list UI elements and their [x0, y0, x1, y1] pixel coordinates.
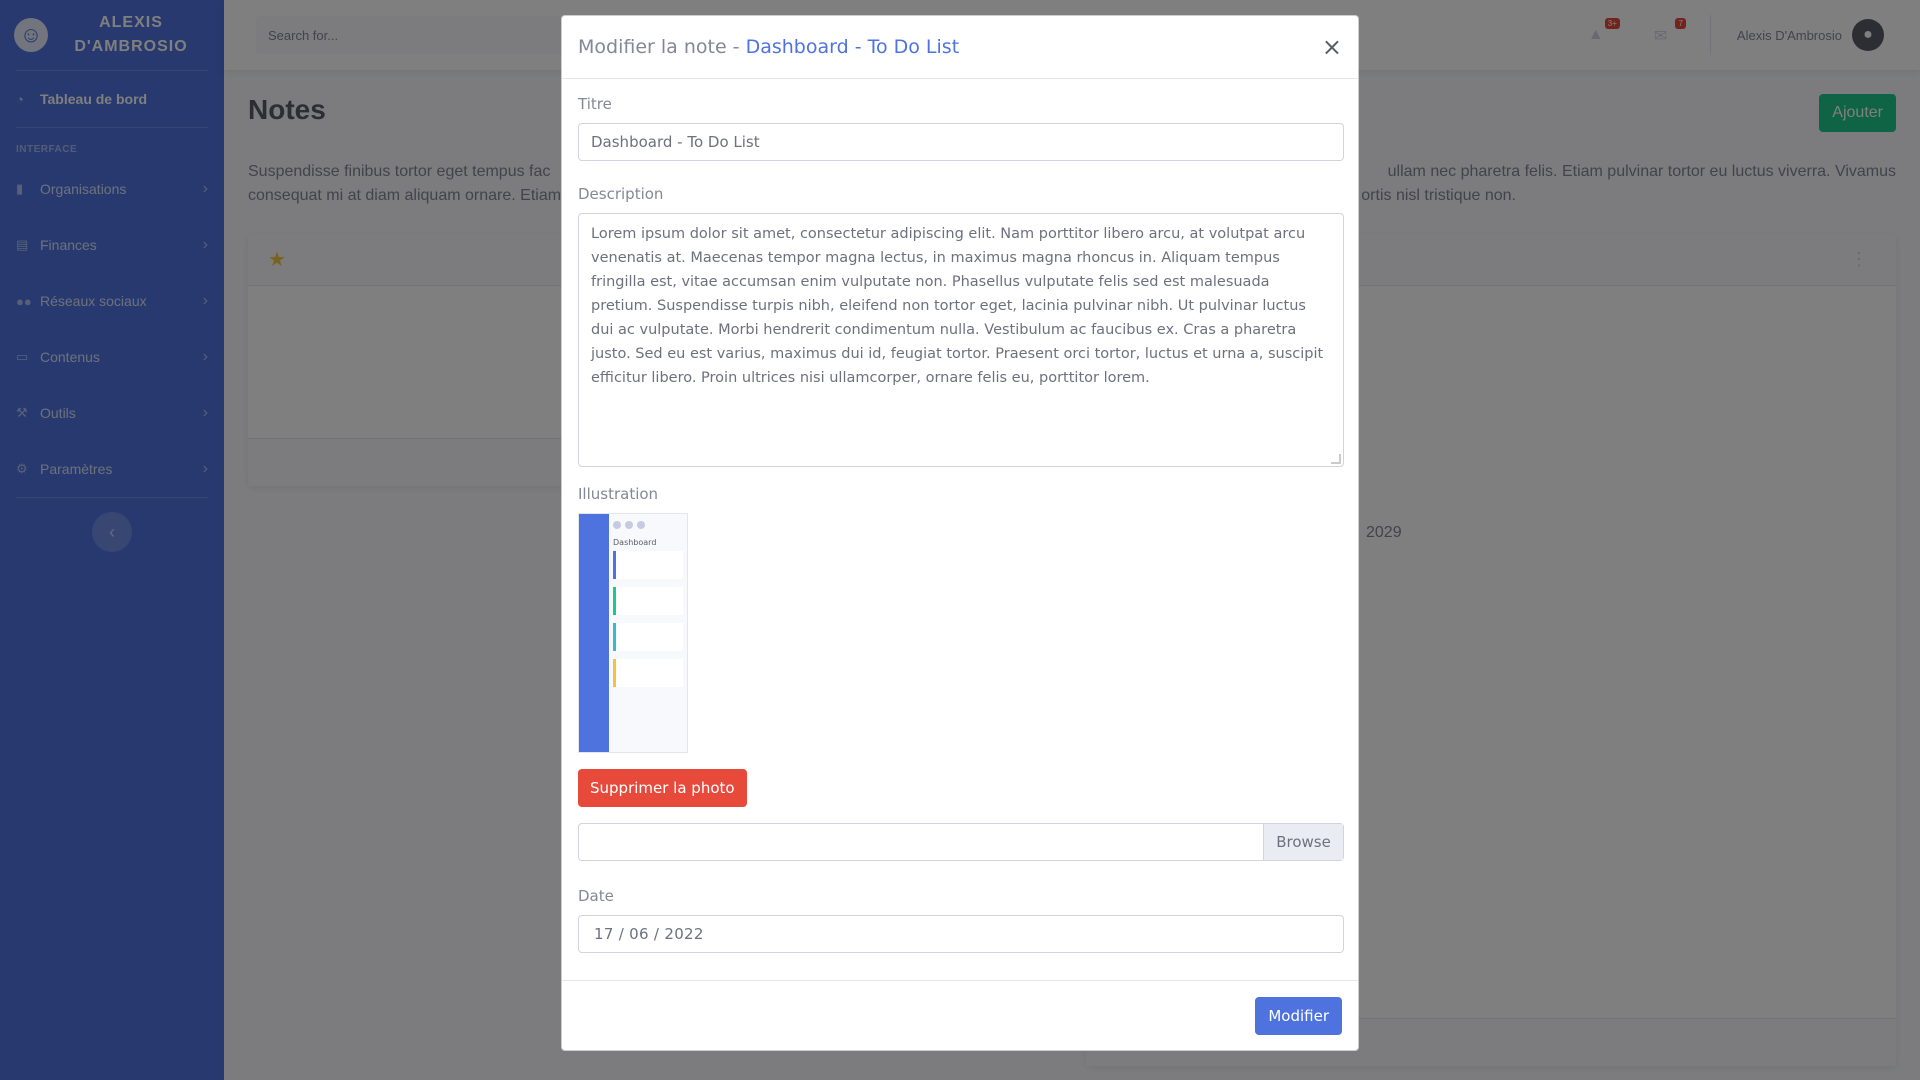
title-input[interactable]: Dashboard - To Do List	[578, 123, 1344, 161]
submit-button[interactable]: Modifier	[1255, 996, 1342, 1035]
illustration-thumbnail: Dashboard	[578, 513, 688, 753]
description-textarea[interactable]: Lorem ipsum dolor sit amet, consectetur …	[578, 213, 1344, 467]
thumbnail-dot	[613, 521, 621, 529]
thumbnail-card	[613, 587, 683, 615]
thumbnail-card	[613, 659, 683, 687]
thumbnail-topbar	[613, 518, 683, 532]
close-icon[interactable]: ×	[1322, 35, 1342, 59]
description-label: Description	[578, 185, 664, 203]
modal-title: Modifier la note - Dashboard - To Do Lis…	[578, 36, 959, 58]
file-input[interactable]: Browse	[578, 823, 1344, 861]
thumbnail-sidebar	[579, 514, 609, 752]
thumbnail-card	[613, 623, 683, 651]
date-input[interactable]: 17 / 06 / 2022	[578, 915, 1344, 953]
title-label: Titre	[578, 95, 612, 113]
file-input-field[interactable]	[579, 824, 1263, 860]
modal-footer: Modifier	[562, 980, 1358, 1050]
thumbnail-dot	[637, 521, 645, 529]
browse-button[interactable]: Browse	[1263, 824, 1343, 860]
thumbnail-card	[613, 551, 683, 579]
description-text: Lorem ipsum dolor sit amet, consectetur …	[591, 226, 1324, 386]
thumbnail-dot	[625, 521, 633, 529]
thumbnail-main: Dashboard	[609, 514, 687, 752]
thumbnail-title: Dashboard	[613, 538, 657, 547]
modal-header: Modifier la note - Dashboard - To Do Lis…	[562, 16, 1358, 79]
modal-title-highlight: Dashboard - To Do List	[745, 36, 960, 58]
edit-note-modal: Modifier la note - Dashboard - To Do Lis…	[561, 15, 1359, 1051]
resize-handle-icon[interactable]	[1331, 454, 1341, 464]
modal-title-prefix: Modifier la note -	[578, 36, 746, 58]
modal-body: Titre Dashboard - To Do List Description…	[562, 79, 1358, 953]
illustration-label: Illustration	[578, 485, 659, 503]
date-label: Date	[578, 887, 614, 905]
delete-photo-button[interactable]: Supprimer la photo	[578, 769, 747, 807]
